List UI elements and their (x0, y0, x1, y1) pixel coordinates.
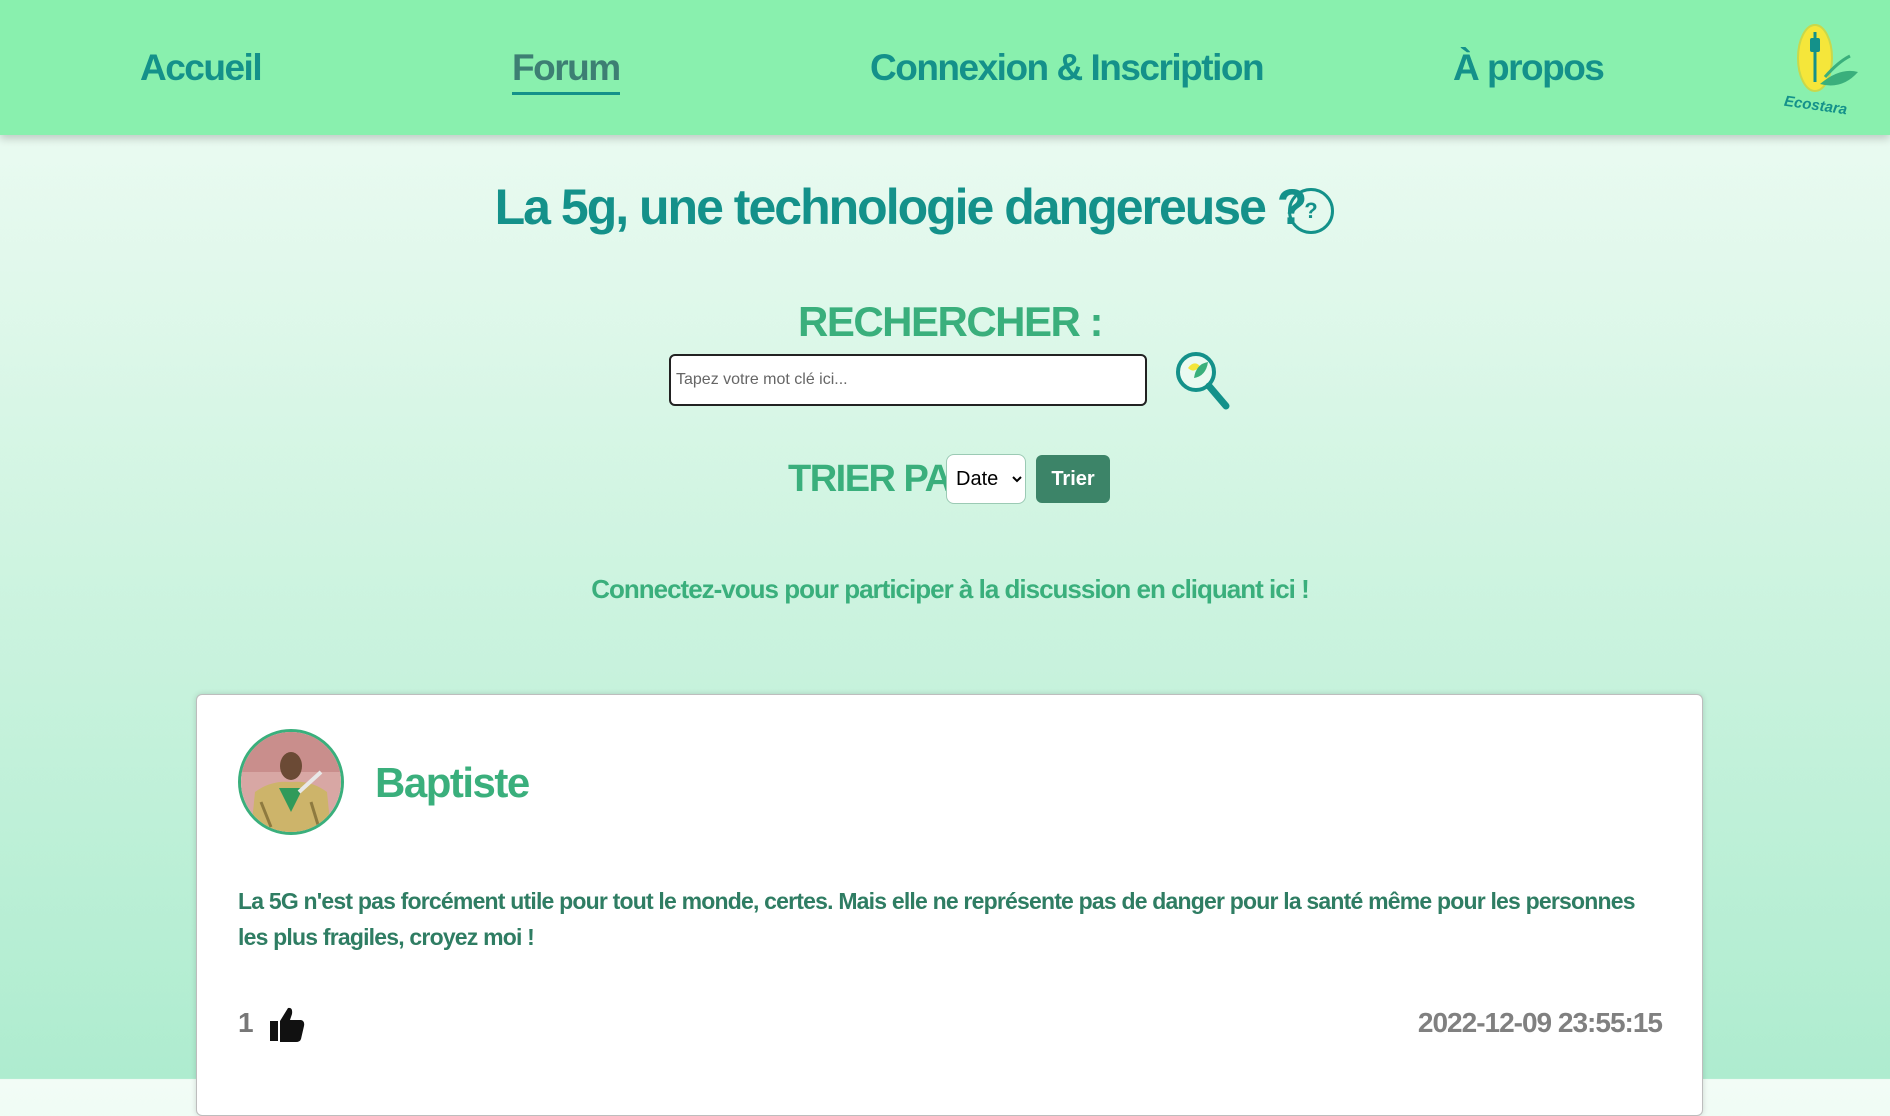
like-count: 1 (238, 1007, 254, 1038)
help-button[interactable]: ? (1288, 188, 1334, 234)
question-icon: ? (1304, 198, 1318, 223)
page-title: La 5g, une technologie dangereuse ? (494, 179, 1308, 235)
post-author[interactable]: Baptiste (375, 759, 530, 807)
sort-select[interactable]: Date (946, 454, 1026, 504)
post-text: La 5G n'est pas forcément utile pour tou… (238, 888, 1636, 950)
search-input[interactable] (669, 354, 1147, 406)
sort-button[interactable]: Trier (1036, 455, 1110, 503)
magnifier-leaf-icon[interactable] (1172, 348, 1232, 414)
avatar[interactable] (238, 729, 344, 835)
connect-link[interactable]: Connectez-vous pour participer à la disc… (0, 574, 1890, 605)
search-label: RECHERCHER : (797, 298, 1104, 345)
logo-text: Ecostara (1783, 93, 1848, 119)
ecostara-logo[interactable]: Ecostara (1770, 12, 1860, 120)
nav-link-a-propos[interactable]: À propos (1453, 44, 1605, 92)
thumbs-up-icon[interactable] (269, 1005, 305, 1043)
nav-link-connexion-inscription[interactable]: Connexion & Inscription (870, 44, 1265, 92)
post-date: 2022-12-09 23:55:15 (1417, 1007, 1663, 1038)
top-navbar: Accueil Forum Connexion & Inscription À … (0, 0, 1890, 135)
avatar-image (241, 732, 341, 832)
post-card: Baptiste La 5G n'est pas forcément utile… (196, 694, 1703, 1116)
nav-link-forum[interactable]: Forum (512, 44, 621, 95)
nav-link-accueil[interactable]: Accueil (140, 44, 263, 92)
